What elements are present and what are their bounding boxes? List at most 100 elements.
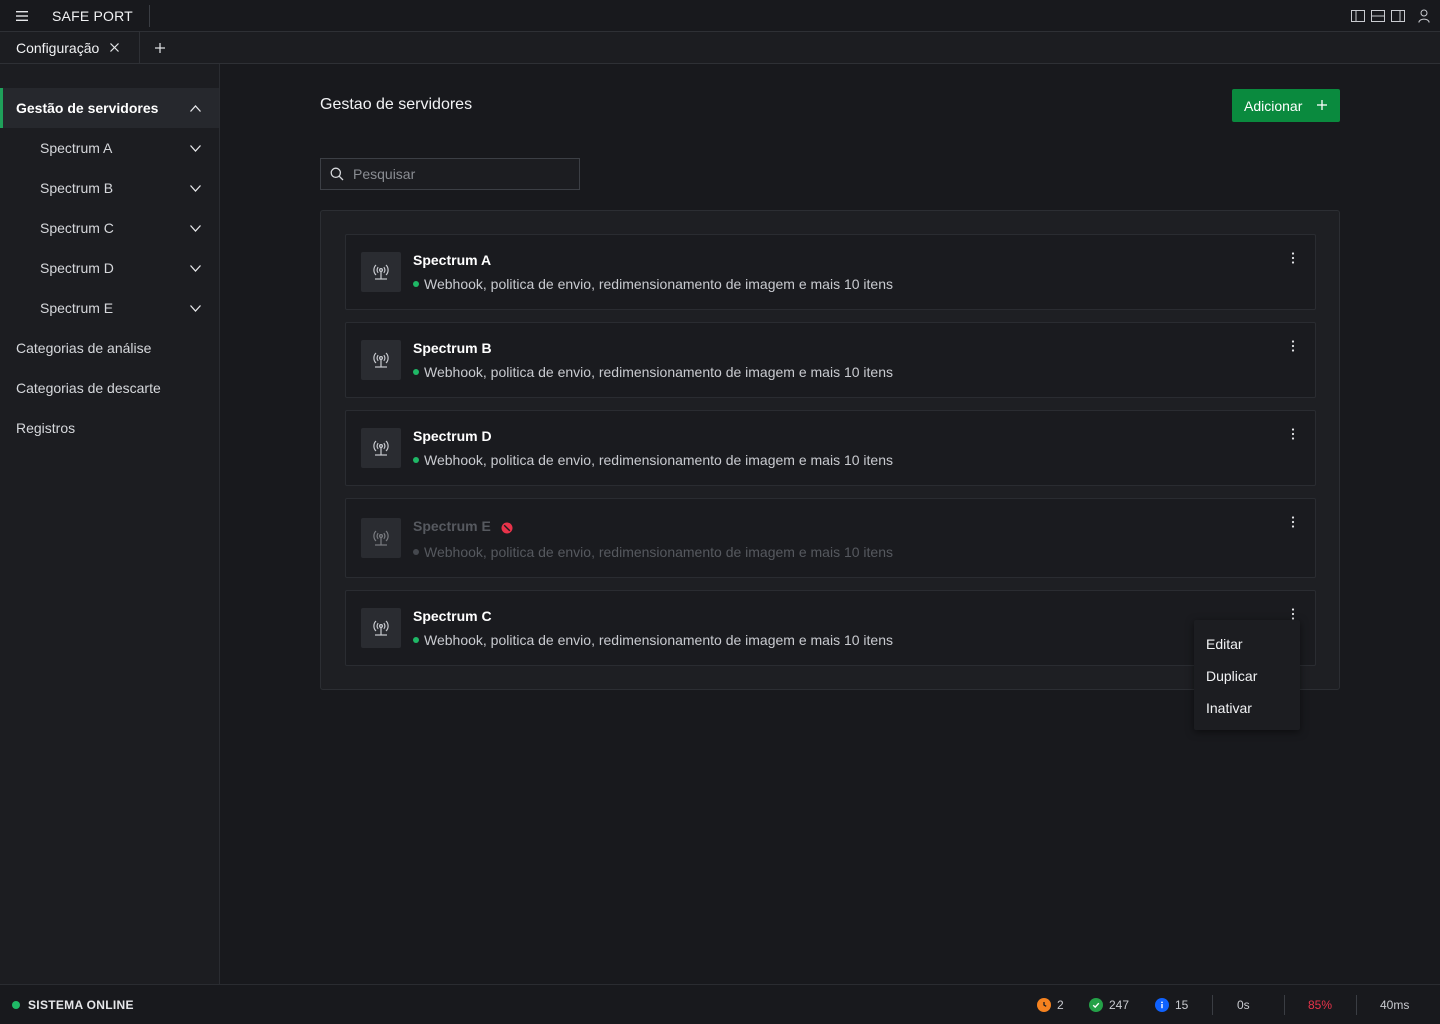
menu-item-editar[interactable]: Editar <box>1194 628 1300 660</box>
sidebar-item-label: Categorias de descarte <box>16 380 161 396</box>
close-icon[interactable] <box>107 40 121 56</box>
chevron-down-icon[interactable] <box>189 222 201 234</box>
add-tab-icon[interactable] <box>140 32 180 64</box>
warnings-count: 2 <box>1057 998 1064 1012</box>
latency-value: 40ms <box>1380 998 1410 1012</box>
status-divider <box>1356 995 1357 1015</box>
sidebar-item-label: Spectrum D <box>40 260 114 276</box>
main-content: Gestao de servidores Adicionar Spectrum … <box>220 64 1440 984</box>
server-card[interactable]: Spectrum D Webhook, politica de envio, r… <box>345 410 1316 486</box>
sidebar-item-label: Spectrum B <box>40 180 114 196</box>
status-divider <box>1284 995 1285 1015</box>
sidebar-item-spectrum-e[interactable]: Spectrum E <box>0 288 219 328</box>
server-card[interactable]: Spectrum C Webhook, politica de envio, r… <box>345 590 1316 666</box>
tab-bar: Configuração <box>0 31 1440 64</box>
server-card[interactable]: Spectrum A Webhook, politica de envio, r… <box>345 234 1316 310</box>
panel-right-icon[interactable] <box>1388 0 1408 32</box>
chevron-down-icon[interactable] <box>189 142 201 154</box>
server-description: Webhook, politica de envio, redimensiona… <box>413 276 893 292</box>
sidebar-item-label: Gestão de servidores <box>16 100 159 116</box>
system-status-label: SISTEMA ONLINE <box>28 998 134 1012</box>
topbar-divider <box>149 4 150 27</box>
antenna-icon <box>361 340 401 380</box>
sidebar-item-categorias-de-descarte[interactable]: Categorias de descarte <box>0 368 219 408</box>
more-vertical-icon[interactable] <box>1285 513 1301 531</box>
menu-item-duplicar[interactable]: Duplicar <box>1194 660 1300 692</box>
hamburger-menu-icon[interactable] <box>0 0 44 32</box>
sidebar-item-spectrum-b[interactable]: Spectrum B <box>0 168 219 208</box>
chevron-down-icon[interactable] <box>189 182 201 194</box>
more-vertical-icon[interactable] <box>1285 425 1301 443</box>
time-value: 0s <box>1237 998 1250 1012</box>
warnings-stat[interactable]: 2 <box>1037 985 1064 1024</box>
server-description: Webhook, politica de envio, redimensiona… <box>413 632 893 648</box>
check-circle-icon <box>1089 998 1103 1012</box>
search-input[interactable] <box>353 159 573 189</box>
server-card[interactable]: Spectrum B Webhook, politica de envio, r… <box>345 322 1316 398</box>
status-dot <box>413 369 419 375</box>
server-description-text: Webhook, politica de envio, redimensiona… <box>424 276 893 292</box>
clock-icon <box>1037 998 1051 1012</box>
top-bar: SAFE PORT <box>0 0 1440 32</box>
server-name: Spectrum E <box>413 518 491 534</box>
success-count: 247 <box>1109 998 1130 1012</box>
sidebar-item-label: Spectrum E <box>40 300 114 316</box>
server-description: Webhook, politica de envio, redimensiona… <box>413 452 893 468</box>
search-box <box>320 158 580 190</box>
system-status: SISTEMA ONLINE <box>12 985 134 1024</box>
sidebar-item-spectrum-a[interactable]: Spectrum A <box>0 128 219 168</box>
sidebar-item-registros[interactable]: Registros <box>0 408 219 448</box>
server-card[interactable]: Spectrum E Webhook, politica de envio, r… <box>345 498 1316 578</box>
server-description: Webhook, politica de envio, redimensiona… <box>413 544 893 560</box>
app-title: SAFE PORT <box>52 7 133 24</box>
more-vertical-icon[interactable] <box>1285 337 1301 355</box>
sidebar-item-spectrum-d[interactable]: Spectrum D <box>0 248 219 288</box>
server-name: Spectrum C <box>413 608 492 624</box>
server-description: Webhook, politica de envio, redimensiona… <box>413 364 893 380</box>
tab-configuracao[interactable]: Configuração <box>0 31 140 64</box>
sidebar-item-spectrum-c[interactable]: Spectrum C <box>0 208 219 248</box>
server-description-text: Webhook, politica de envio, redimensiona… <box>424 544 893 560</box>
antenna-icon <box>361 608 401 648</box>
server-list-panel: Spectrum A Webhook, politica de envio, r… <box>320 210 1340 690</box>
status-dot <box>413 457 419 463</box>
panel-bottom-icon[interactable] <box>1368 0 1388 32</box>
server-name: Spectrum D <box>413 428 492 444</box>
antenna-icon <box>361 428 401 468</box>
success-stat[interactable]: 247 <box>1089 985 1129 1024</box>
server-name: Spectrum A <box>413 252 492 268</box>
status-divider <box>1212 995 1213 1015</box>
info-count: 15 <box>1175 998 1189 1012</box>
status-bar: SISTEMA ONLINE 2 247 15 0s 85% 40ms <box>0 984 1440 1024</box>
add-button[interactable]: Adicionar <box>1232 89 1340 122</box>
server-description-text: Webhook, politica de envio, redimensiona… <box>424 632 893 648</box>
chevron-down-icon[interactable] <box>189 302 201 314</box>
panel-left-icon[interactable] <box>1348 0 1368 32</box>
blocked-status-icon <box>501 521 513 534</box>
chevron-down-icon[interactable] <box>189 262 201 274</box>
menu-item-inativar[interactable]: Inativar <box>1194 692 1300 724</box>
add-button-label: Adicionar <box>1244 97 1303 114</box>
info-stat[interactable]: 15 <box>1155 985 1188 1024</box>
page-title: Gestao de servidores <box>320 96 473 113</box>
sidebar-item-label: Spectrum A <box>40 140 113 156</box>
online-dot <box>12 1001 20 1009</box>
more-vertical-icon[interactable] <box>1285 249 1301 267</box>
server-description-text: Webhook, politica de envio, redimensiona… <box>424 452 893 468</box>
search-icon <box>321 158 353 190</box>
status-dot <box>413 281 419 287</box>
user-icon[interactable] <box>1408 0 1440 32</box>
antenna-icon <box>361 252 401 292</box>
context-menu: Editar Duplicar Inativar <box>1194 620 1300 730</box>
plus-icon <box>1316 99 1328 111</box>
status-dot <box>413 637 419 643</box>
sidebar-item-categorias-de-analise[interactable]: Categorias de análise <box>0 328 219 368</box>
sidebar-item-label: Spectrum C <box>40 220 114 236</box>
percent-value: 85% <box>1308 998 1333 1012</box>
antenna-icon <box>361 518 401 558</box>
info-icon <box>1155 998 1169 1012</box>
chevron-up-icon[interactable] <box>189 102 201 114</box>
status-dot <box>413 549 419 555</box>
sidebar-item-gestao-de-servidores[interactable]: Gestão de servidores <box>0 88 219 128</box>
sidebar-item-label: Registros <box>16 420 76 436</box>
